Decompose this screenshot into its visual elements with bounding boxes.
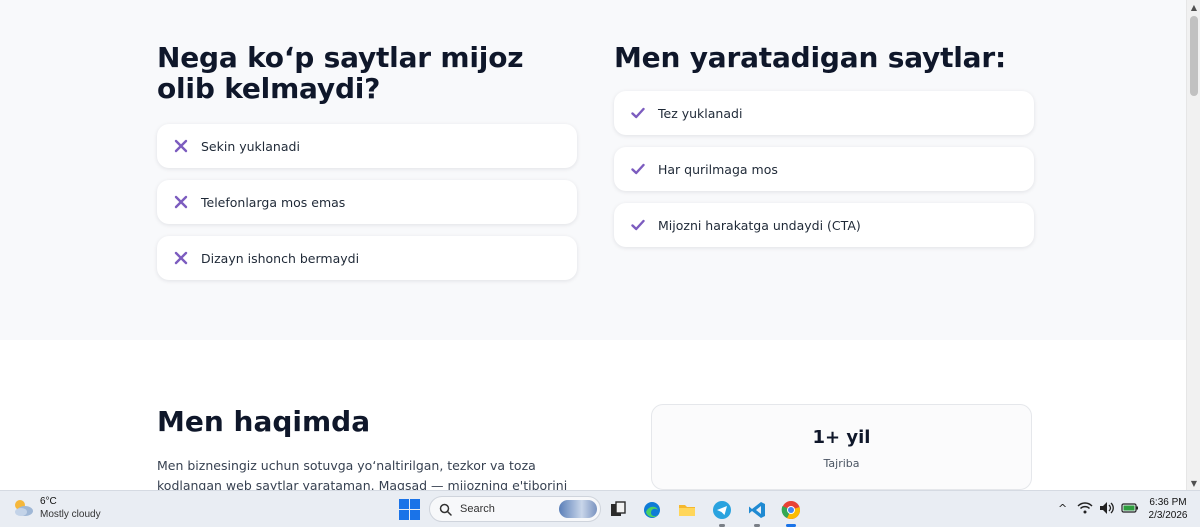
scroll-up-icon[interactable]: ▲: [1187, 0, 1200, 14]
problems-column: Nega koʻp saytlar mijoz olib kelmaydi? S…: [157, 42, 577, 292]
problems-section: Nega koʻp saytlar mijoz olib kelmaydi? S…: [0, 0, 1186, 340]
cloudy-weather-icon: [15, 500, 33, 516]
file-explorer-icon[interactable]: [676, 499, 698, 521]
taskbar-search[interactable]: Search: [429, 496, 601, 522]
solution-text: Tez yuklanadi: [658, 105, 743, 121]
windows-taskbar: 6°C Mostly cloudy Search ^ 6:36 PM 2/3/2…: [0, 490, 1200, 527]
telegram-icon[interactable]: [711, 499, 733, 527]
chrome-browser-icon[interactable]: [780, 499, 802, 527]
wifi-icon[interactable]: [1077, 501, 1093, 515]
browser-viewport: Nega koʻp saytlar mijoz olib kelmaydi? S…: [0, 0, 1186, 490]
scroll-down-icon[interactable]: ▼: [1187, 476, 1200, 490]
problem-card: Telefonlarga mos emas: [157, 180, 577, 224]
system-clock[interactable]: 6:36 PM 2/3/2026: [1140, 496, 1196, 522]
weather-description: Mostly cloudy: [40, 509, 101, 520]
solutions-heading: Men yaratadigan saytlar:: [614, 41, 1006, 74]
check-icon: [631, 162, 645, 176]
solutions-column: Men yaratadigan saytlar: Tez yuklanadi H…: [614, 42, 1034, 259]
search-placeholder: Search: [460, 503, 495, 515]
search-icon: [439, 503, 452, 516]
solution-text: Mijozni harakatga undaydi (CTA): [658, 217, 861, 233]
check-icon: [631, 218, 645, 232]
check-icon: [631, 106, 645, 120]
problems-heading: Nega koʻp saytlar mijoz olib kelmaydi?: [157, 41, 524, 105]
problem-card: Dizayn ishonch bermaydi: [157, 236, 577, 280]
vscode-icon[interactable]: [746, 499, 768, 527]
stat-label: Tajriba: [823, 457, 860, 470]
weather-temperature: 6°C: [40, 496, 57, 507]
x-icon: [174, 251, 188, 265]
clock-time: 6:36 PM: [1149, 497, 1187, 508]
problem-text: Sekin yuklanadi: [201, 138, 300, 154]
page-scrollbar[interactable]: ▲ ▼: [1186, 0, 1200, 490]
task-view-icon[interactable]: [607, 499, 629, 521]
about-title: Men haqimda: [157, 405, 371, 438]
experience-stat-card: 1+ yil Tajriba: [651, 404, 1032, 490]
volume-icon[interactable]: [1099, 501, 1115, 515]
solution-card: Mijozni harakatga undaydi (CTA): [614, 203, 1034, 247]
x-icon: [174, 195, 188, 209]
chevron-up-icon[interactable]: ^: [1058, 502, 1067, 515]
problem-text: Dizayn ishonch bermaydi: [201, 250, 360, 266]
about-text: Men biznesingiz uchun sotuvga yoʻnaltiri…: [157, 458, 568, 490]
solution-card: Har qurilmaga mos: [614, 147, 1034, 191]
stat-value: 1+ yil: [812, 427, 871, 448]
about-section: Men haqimda Men biznesingiz uchun sotuvg…: [0, 340, 1186, 490]
battery-icon[interactable]: [1121, 502, 1139, 514]
problem-card: Sekin yuklanadi: [157, 124, 577, 168]
search-highlight-image: [559, 500, 597, 518]
system-tray: ^: [1058, 501, 1139, 515]
weather-widget[interactable]: 6°C Mostly cloudy: [12, 495, 101, 521]
scroll-thumb[interactable]: [1190, 16, 1198, 96]
edge-browser-icon[interactable]: [641, 499, 663, 521]
windows-start-icon[interactable]: [399, 499, 420, 520]
problem-text: Telefonlarga mos emas: [201, 194, 346, 210]
solution-text: Har qurilmaga mos: [658, 161, 778, 177]
clock-date: 2/3/2026: [1148, 510, 1188, 521]
x-icon: [174, 139, 188, 153]
solution-card: Tez yuklanadi: [614, 91, 1034, 135]
